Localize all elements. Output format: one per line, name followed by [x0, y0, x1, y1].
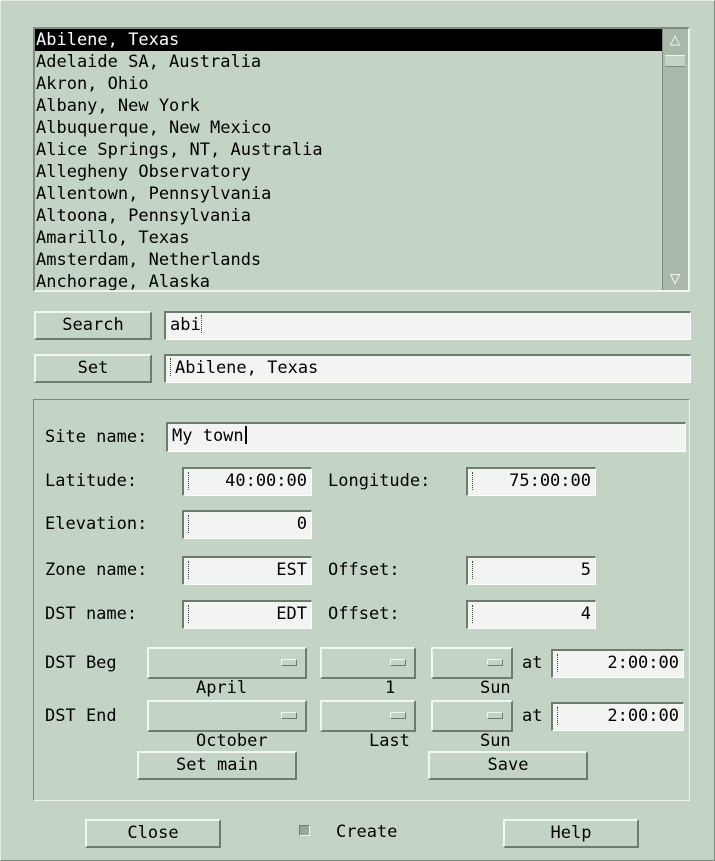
option-menu-indicator-icon: [487, 659, 503, 666]
dst-name-input[interactable]: EDT: [182, 600, 312, 629]
dst-end-week-value: Last: [368, 731, 410, 751]
site-name-value: My town: [172, 426, 244, 446]
dst-begin-week-value: 1: [384, 678, 396, 698]
zone-name-label: Zone name:: [45, 560, 148, 580]
dst-offset-input[interactable]: 4: [466, 600, 596, 629]
latitude-value: 40:00:00: [225, 471, 307, 491]
text-cursor-icon: [188, 472, 191, 490]
elevation-input[interactable]: 0: [182, 510, 312, 539]
dst-begin-time-input[interactable]: 2:00:00: [551, 649, 684, 678]
text-cursor-icon: [472, 605, 475, 623]
site-list-item[interactable]: Albany, New York: [35, 95, 663, 117]
dst-end-day-value: Sun: [479, 731, 511, 751]
scroll-up-arrow-icon[interactable]: △: [665, 29, 685, 51]
create-label: Create: [336, 822, 398, 842]
site-list-item[interactable]: Alice Springs, NT, Australia: [35, 139, 663, 161]
search-value: abi: [170, 315, 201, 335]
site-list-item[interactable]: Amarillo, Texas: [35, 227, 663, 249]
site-list-scrollbar[interactable]: △ ▽: [662, 29, 688, 290]
dst-end-month-select[interactable]: October: [147, 700, 307, 751]
zone-offset-value: 5: [580, 560, 591, 580]
option-menu-indicator-icon: [390, 659, 406, 666]
site-name-input[interactable]: My town: [166, 422, 686, 452]
scroll-thumb[interactable]: [665, 55, 685, 67]
dst-begin-month-select[interactable]: April: [147, 647, 307, 698]
set-value: Abilene, Texas: [175, 358, 319, 378]
text-cursor-icon: [170, 358, 173, 376]
site-name-label: Site name:: [45, 427, 148, 447]
zone-name-input[interactable]: EST: [182, 556, 312, 585]
dst-end-label: DST End: [45, 706, 117, 726]
create-checkbox[interactable]: [299, 825, 310, 836]
close-button[interactable]: Close: [85, 819, 221, 848]
dst-end-time-input[interactable]: 2:00:00: [551, 702, 684, 731]
site-list-item[interactable]: Akron, Ohio: [35, 73, 663, 95]
text-cursor-icon: [188, 515, 191, 533]
dst-name-value: EDT: [276, 604, 307, 624]
site-list-items: Abilene, Texas Adelaide SA, Australia Akro…: [35, 29, 663, 290]
set-button[interactable]: Set: [34, 354, 152, 383]
dst-begin-at-label: at: [522, 653, 543, 673]
set-input[interactable]: Abilene, Texas: [164, 354, 691, 383]
zone-offset-input[interactable]: 5: [466, 556, 596, 585]
site-dialog: Abilene, Texas Adelaide SA, Australia Akro…: [0, 0, 715, 861]
text-cursor-icon: [188, 605, 191, 623]
elevation-value: 0: [296, 514, 307, 534]
scroll-down-arrow-icon[interactable]: ▽: [665, 268, 685, 290]
site-list-item[interactable]: Altoona, Pennsylvania: [35, 205, 663, 227]
search-input[interactable]: abi: [164, 311, 691, 340]
text-cursor-icon: [472, 561, 475, 579]
text-cursor-icon: [188, 561, 191, 579]
text-cursor-icon: [472, 472, 475, 490]
dst-begin-day-value: Sun: [479, 678, 511, 698]
latitude-input[interactable]: 40:00:00: [182, 467, 312, 496]
dst-end-day-select[interactable]: Sun: [431, 700, 513, 751]
set-main-button[interactable]: Set main: [137, 751, 297, 780]
option-menu-indicator-icon: [281, 712, 297, 719]
text-cursor-icon: [557, 707, 560, 725]
longitude-input[interactable]: 75:00:00: [466, 467, 596, 496]
dst-begin-month-value: April: [195, 678, 248, 698]
dst-begin-week-select[interactable]: 1: [320, 647, 416, 698]
longitude-label: Longitude:: [328, 471, 431, 491]
dst-end-time-value: 2:00:00: [607, 706, 679, 726]
option-menu-indicator-icon: [487, 712, 503, 719]
dst-offset-label: Offset:: [328, 604, 400, 624]
site-list-item[interactable]: Abilene, Texas: [35, 29, 663, 51]
site-list-item[interactable]: Allentown, Pennsylvania: [35, 183, 663, 205]
site-list-item[interactable]: Amsterdam, Netherlands: [35, 249, 663, 271]
dst-name-label: DST name:: [45, 604, 138, 624]
site-list[interactable]: Abilene, Texas Adelaide SA, Australia Akro…: [33, 27, 690, 292]
dst-offset-value: 4: [580, 604, 591, 624]
option-menu-indicator-icon: [281, 659, 297, 666]
dst-end-week-select[interactable]: Last: [320, 700, 416, 751]
option-menu-indicator-icon: [390, 712, 406, 719]
zone-offset-label: Offset:: [328, 560, 400, 580]
dst-end-at-label: at: [522, 706, 543, 726]
text-cursor-icon: [200, 315, 204, 333]
search-button[interactable]: Search: [34, 311, 152, 340]
dst-begin-label: DST Beg: [45, 653, 117, 673]
dst-begin-time-value: 2:00:00: [607, 653, 679, 673]
elevation-label: Elevation:: [45, 514, 148, 534]
dst-begin-day-select[interactable]: Sun: [431, 647, 513, 698]
ibeam-cursor-icon: [244, 426, 254, 444]
longitude-value: 75:00:00: [509, 471, 591, 491]
dst-end-month-value: October: [195, 731, 268, 751]
site-list-item[interactable]: Allegheny Observatory: [35, 161, 663, 183]
save-button[interactable]: Save: [428, 751, 588, 780]
site-list-item[interactable]: Albuquerque, New Mexico: [35, 117, 663, 139]
latitude-label: Latitude:: [45, 471, 138, 491]
help-button[interactable]: Help: [503, 819, 639, 848]
site-list-item[interactable]: Adelaide SA, Australia: [35, 51, 663, 73]
zone-name-value: EST: [276, 560, 307, 580]
site-list-item[interactable]: Anchorage, Alaska: [35, 271, 663, 290]
text-cursor-icon: [557, 654, 560, 672]
